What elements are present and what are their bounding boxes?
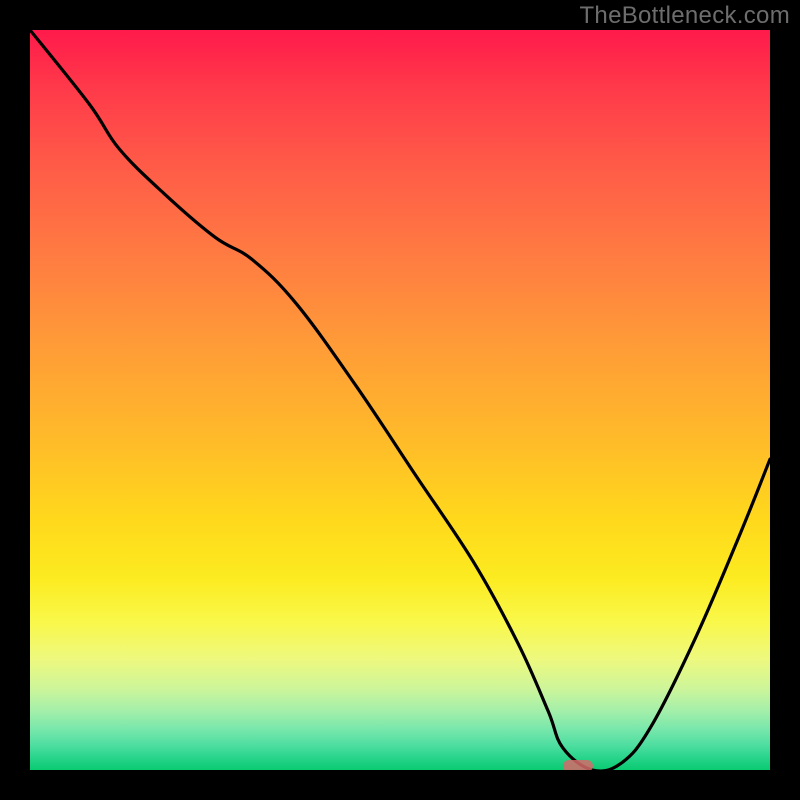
curve-svg xyxy=(30,30,770,770)
bottleneck-marker xyxy=(563,760,593,770)
plot-area xyxy=(30,30,770,770)
chart-frame: TheBottleneck.com xyxy=(0,0,800,800)
watermark-text: TheBottleneck.com xyxy=(579,2,790,30)
curve-path xyxy=(30,30,770,770)
